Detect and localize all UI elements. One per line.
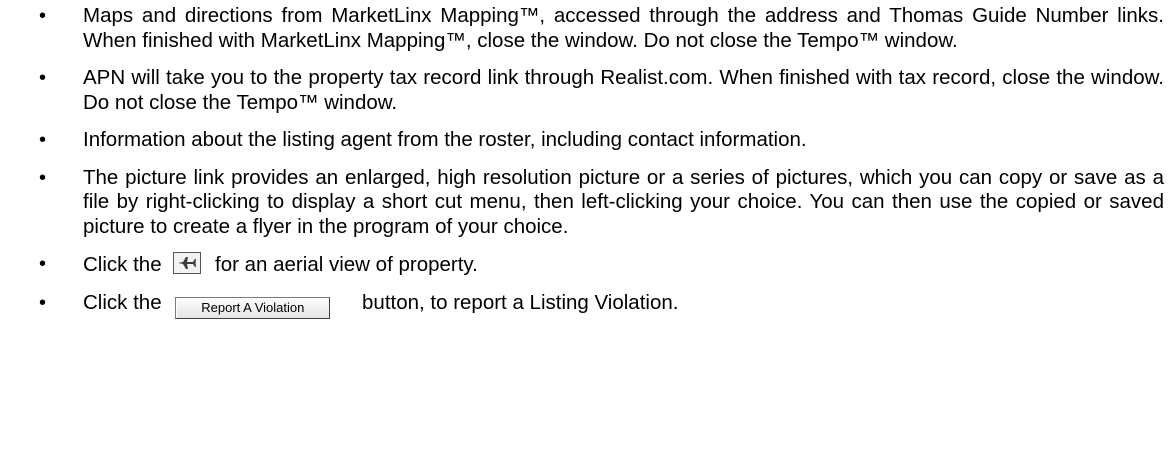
bullet-text: Maps and directions from MarketLinx Mapp…: [83, 4, 1164, 52]
document-page: • Maps and directions from MarketLinx Ma…: [0, 0, 1170, 462]
bullet-marker: •: [39, 67, 47, 89]
list-item: • APN will take you to the property tax …: [0, 66, 1170, 115]
bullet-marker: •: [39, 291, 47, 314]
list-item: • Maps and directions from MarketLinx Ma…: [0, 4, 1170, 53]
aerial-suffix: for an aerial view of property.: [215, 253, 478, 276]
bullet-list: • Maps and directions from MarketLinx Ma…: [0, 4, 1170, 319]
airplane-icon: [178, 257, 197, 269]
bullet-text: The picture link provides an enlarged, h…: [83, 165, 1164, 238]
list-item: • Click the for an aerial view of proper…: [0, 252, 1170, 278]
list-item: • The picture link provides an enlarged,…: [0, 166, 1170, 240]
aerial-view-button[interactable]: [173, 252, 202, 274]
bullet-text: APN will take you to the property tax re…: [83, 66, 1164, 114]
bullet-marker: •: [39, 5, 47, 27]
list-item: • Information about the listing agent fr…: [0, 128, 1170, 153]
list-item: • Click the Report A Violation button, t…: [0, 291, 1170, 319]
report-prefix: Click the: [83, 290, 162, 314]
aerial-prefix: Click the: [83, 253, 162, 276]
bullet-marker: •: [39, 129, 47, 151]
report-violation-button[interactable]: Report A Violation: [175, 296, 331, 319]
report-suffix: button, to report a Listing Violation.: [362, 290, 679, 314]
bullet-marker: •: [39, 166, 47, 189]
bullet-marker: •: [39, 253, 47, 275]
bullet-text: Information about the listing agent from…: [83, 128, 807, 151]
